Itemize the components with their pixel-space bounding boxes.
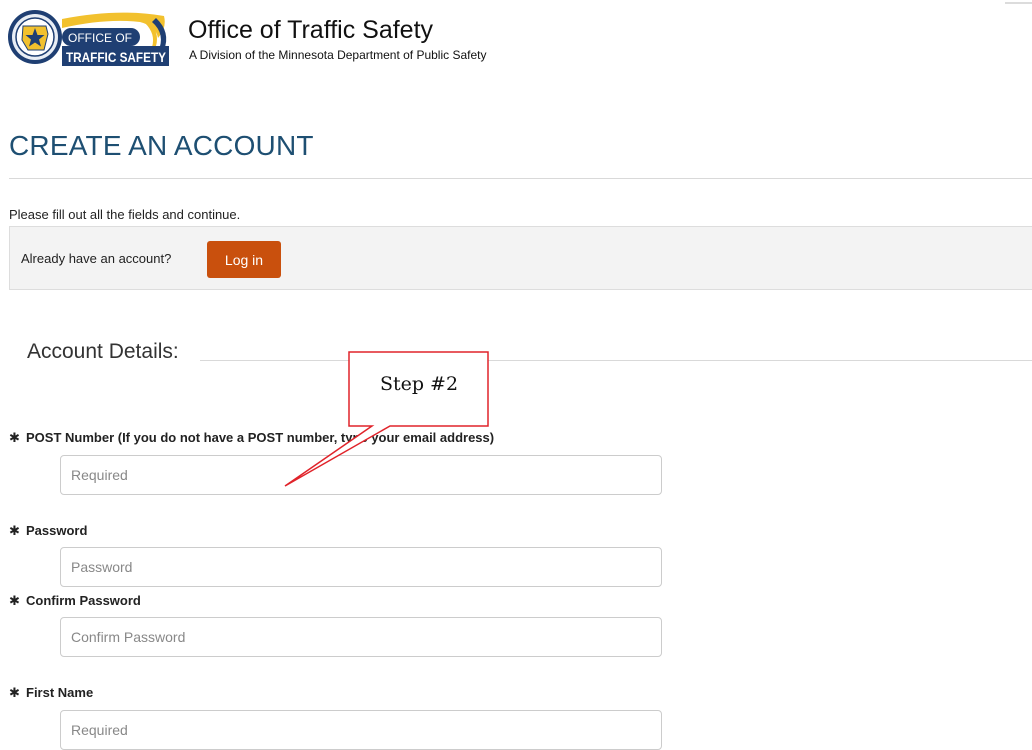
top-right-divider	[1005, 2, 1032, 4]
required-marker-icon: ✱	[9, 685, 20, 700]
logo-line1: OFFICE OF	[68, 31, 132, 45]
step-callout-text: Step #2	[379, 373, 459, 395]
page-title-divider	[9, 178, 1032, 179]
password-input[interactable]	[60, 547, 662, 587]
site-title: Office of Traffic Safety	[188, 16, 434, 44]
password-label: ✱ Password	[9, 523, 87, 539]
post-number-input[interactable]	[60, 455, 662, 495]
required-marker-icon: ✱	[9, 593, 20, 608]
confirm-password-label: ✱ Confirm Password	[9, 593, 141, 609]
first-name-label: ✱ First Name	[9, 685, 93, 701]
account-details-heading: Account Details:	[27, 340, 179, 363]
office-of-traffic-safety-logo[interactable]: OFFICE OF TRAFFIC SAFETY	[6, 6, 174, 68]
required-marker-icon: ✱	[9, 523, 20, 538]
first-name-input[interactable]	[60, 710, 662, 750]
password-label-text: Password	[26, 523, 88, 538]
page-title: CREATE AN ACCOUNT	[9, 130, 314, 161]
form-instructions: Please fill out all the fields and conti…	[9, 207, 241, 222]
confirm-password-input[interactable]	[60, 617, 662, 657]
existing-account-prompt: Already have an account?	[21, 251, 172, 266]
site-subtitle: A Division of the Minnesota Department o…	[189, 48, 487, 62]
existing-account-panel: Already have an account? Log in	[9, 226, 1032, 290]
required-marker-icon: ✱	[9, 430, 20, 445]
logo-line2: TRAFFIC SAFETY	[66, 49, 167, 65]
log-in-button[interactable]: Log in	[207, 241, 281, 278]
post-number-label-text: POST Number (If you do not have a POST n…	[26, 430, 495, 445]
confirm-password-label-text: Confirm Password	[26, 593, 141, 608]
site-header: OFFICE OF TRAFFIC SAFETY Office of Traff…	[6, 6, 1026, 68]
account-details-divider	[200, 360, 1032, 361]
first-name-label-text: First Name	[26, 685, 94, 700]
post-number-label: ✱ POST Number (If you do not have a POST …	[9, 430, 494, 446]
